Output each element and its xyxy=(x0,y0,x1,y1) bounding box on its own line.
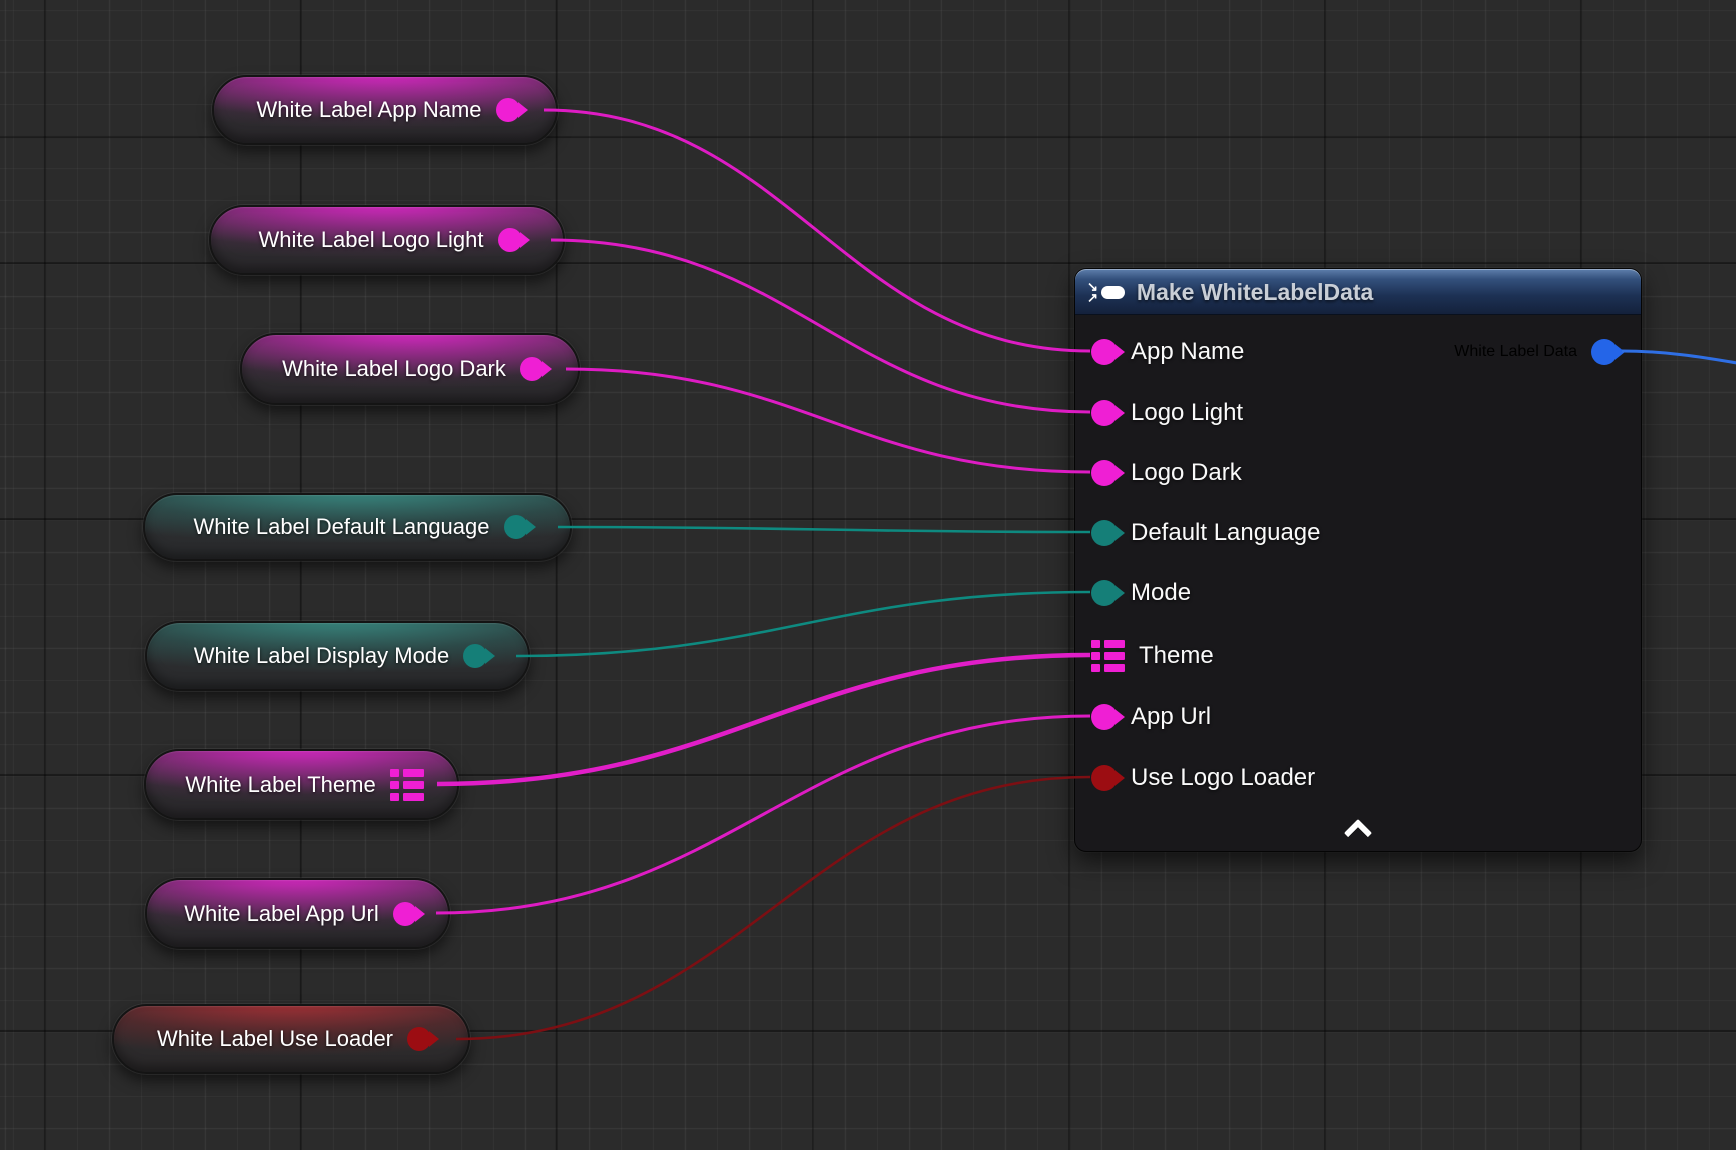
make-struct-icon: ↘↗ xyxy=(1087,281,1125,303)
getter-node-theme[interactable]: White Label Theme xyxy=(144,749,459,820)
string-output-pin[interactable] xyxy=(496,98,520,122)
input-row-app-url: App Url xyxy=(1091,700,1211,734)
blueprint-graph-canvas[interactable]: White Label App Name White Label Logo Li… xyxy=(0,0,1736,1150)
node-title: Make WhiteLabelData xyxy=(1137,279,1373,306)
getter-node-display-mode[interactable]: White Label Display Mode xyxy=(145,621,530,691)
getter-node-app-url[interactable]: White Label App Url xyxy=(145,878,450,949)
string-input-pin[interactable] xyxy=(1091,339,1117,365)
wire-logo-dark[interactable] xyxy=(566,369,1090,472)
getter-label: White Label Default Language xyxy=(194,514,490,540)
pin-label: App Url xyxy=(1131,703,1211,731)
bool-input-pin[interactable] xyxy=(1091,765,1117,791)
string-output-pin[interactable] xyxy=(393,902,417,926)
input-row-logo-light: Logo Light xyxy=(1091,396,1243,430)
input-row-mode: Mode xyxy=(1091,576,1191,610)
string-output-pin[interactable] xyxy=(498,228,522,252)
pin-label: Mode xyxy=(1131,579,1191,607)
output-row-white-label-data: White Label Data xyxy=(1454,335,1617,369)
wire-use-loader[interactable] xyxy=(456,777,1090,1039)
pin-label: White Label Data xyxy=(1454,343,1577,361)
enum-input-pin[interactable] xyxy=(1091,520,1117,546)
make-struct-icon-pill xyxy=(1101,286,1125,299)
struct-output-pin[interactable] xyxy=(390,769,424,801)
input-row-default-language: Default Language xyxy=(1091,516,1321,550)
pin-label: Logo Dark xyxy=(1131,459,1242,487)
wire-app-name[interactable] xyxy=(544,110,1090,351)
getter-node-default-language[interactable]: White Label Default Language xyxy=(143,493,572,561)
node-header[interactable]: ↘↗ Make WhiteLabelData xyxy=(1075,269,1641,315)
getter-label: White Label Theme xyxy=(185,772,375,798)
enum-output-pin[interactable] xyxy=(463,644,487,668)
wire-default-language[interactable] xyxy=(558,527,1090,532)
getter-node-app-name[interactable]: White Label App Name xyxy=(212,75,558,145)
getter-label: White Label Display Mode xyxy=(194,643,450,669)
getter-label: White Label Logo Dark xyxy=(282,356,506,382)
input-row-logo-dark: Logo Dark xyxy=(1091,456,1242,490)
input-row-use-logo-loader: Use Logo Loader xyxy=(1091,761,1315,795)
getter-node-use-loader[interactable]: White Label Use Loader xyxy=(112,1004,470,1074)
input-row-theme: Theme xyxy=(1091,639,1214,673)
wire-mode[interactable] xyxy=(516,592,1090,656)
wire-logo-light[interactable] xyxy=(551,240,1090,412)
enum-input-pin[interactable] xyxy=(1091,580,1117,606)
string-input-pin[interactable] xyxy=(1091,704,1117,730)
wire-theme[interactable] xyxy=(437,655,1090,784)
chevron-up-icon xyxy=(1344,819,1372,847)
string-output-pin[interactable] xyxy=(520,357,544,381)
wire-app-url[interactable] xyxy=(436,716,1090,913)
getter-label: White Label Logo Light xyxy=(258,227,483,253)
pin-label: App Name xyxy=(1131,338,1244,366)
getter-label: White Label App Name xyxy=(256,97,481,123)
enum-output-pin[interactable] xyxy=(504,515,528,539)
string-input-pin[interactable] xyxy=(1091,400,1117,426)
make-whitelabeldata-node[interactable]: ↘↗ Make WhiteLabelData App Name Logo Lig… xyxy=(1074,268,1642,852)
string-input-pin[interactable] xyxy=(1091,460,1117,486)
bool-output-pin[interactable] xyxy=(407,1027,431,1051)
pin-label: Use Logo Loader xyxy=(1131,764,1315,792)
input-row-app-name: App Name xyxy=(1091,335,1244,369)
make-struct-icon-arrows: ↘↗ xyxy=(1087,281,1098,303)
pin-label: Theme xyxy=(1139,642,1214,670)
struct-output-pin-blue[interactable] xyxy=(1591,339,1617,365)
pin-label: Logo Light xyxy=(1131,399,1243,427)
pin-label: Default Language xyxy=(1131,519,1321,547)
struct-input-pin[interactable] xyxy=(1091,640,1125,672)
getter-node-logo-light[interactable]: White Label Logo Light xyxy=(209,205,565,275)
collapse-node-button[interactable] xyxy=(1343,821,1373,843)
getter-node-logo-dark[interactable]: White Label Logo Dark xyxy=(240,333,580,405)
getter-label: White Label Use Loader xyxy=(157,1026,393,1052)
getter-label: White Label App Url xyxy=(184,901,378,927)
